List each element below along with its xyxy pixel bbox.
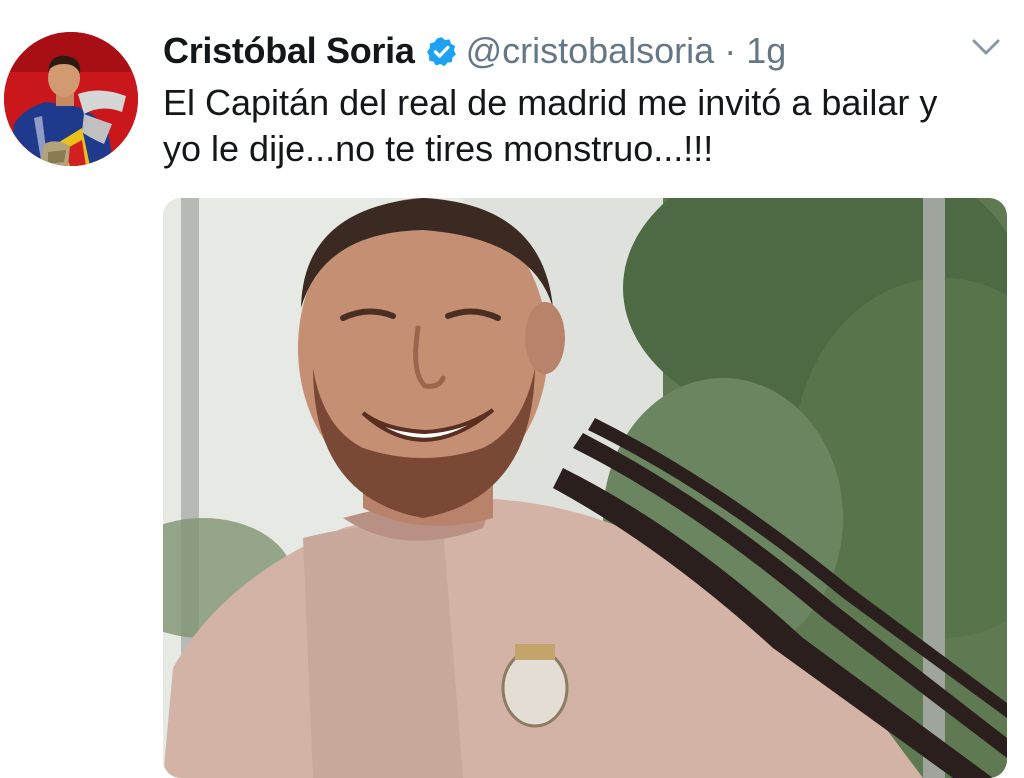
verified-badge-icon bbox=[425, 35, 458, 68]
tweet[interactable]: Cristóbal Soria @cristobalsoria · 1g El … bbox=[0, 0, 1024, 778]
tweet-timestamp[interactable]: 1g bbox=[746, 30, 786, 72]
author-handle[interactable]: @cristobalsoria bbox=[466, 30, 715, 72]
tweet-header: Cristóbal Soria @cristobalsoria · 1g bbox=[163, 26, 786, 76]
header-separator: · bbox=[724, 30, 737, 71]
avatar[interactable] bbox=[4, 32, 138, 166]
chevron-down-icon[interactable] bbox=[968, 33, 1004, 61]
author-name[interactable]: Cristóbal Soria bbox=[163, 30, 415, 72]
tweet-media[interactable] bbox=[163, 198, 1007, 778]
tweet-text: El Capitán del real de madrid me invitó … bbox=[163, 82, 938, 169]
